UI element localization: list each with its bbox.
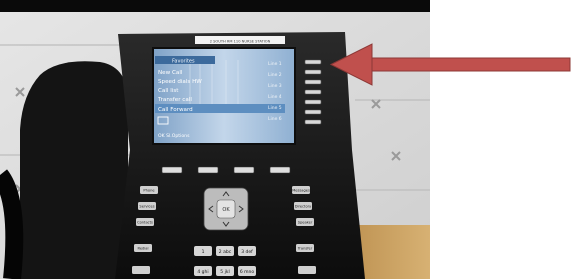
keypad-key-1-label: 1 — [202, 249, 205, 255]
line-key-3[interactable] — [304, 79, 322, 85]
keypad-key-6-label: 6 mno — [240, 269, 255, 275]
screen-line-label-2: Line 2 — [268, 72, 282, 78]
key-transfer-label: Transfer — [297, 247, 313, 251]
soft-key-4[interactable] — [269, 166, 291, 174]
line-key-7[interactable] — [304, 119, 322, 125]
soft-key-3[interactable] — [233, 166, 255, 174]
nav-ok-label: OK — [222, 207, 230, 213]
screen-line-label-3: Line 3 — [268, 83, 282, 89]
photo-top-bar — [0, 0, 430, 12]
key-phone-label: Phone — [143, 189, 155, 193]
key-services-label: Services — [139, 205, 154, 209]
line-key-4[interactable] — [304, 89, 322, 95]
screen-header: Favorites — [172, 59, 195, 65]
line-key-1[interactable] — [304, 59, 322, 65]
screen-menu-item-speed-dials[interactable]: Speed dials HW — [158, 79, 202, 85]
soft-key-1[interactable] — [161, 166, 183, 174]
screen-footer: OK Sl.Options — [158, 133, 190, 139]
screen-menu-item-new-call[interactable]: New Call — [158, 70, 183, 76]
screen-line-label-4: Line 4 — [268, 94, 282, 100]
key-messages-label: Messages — [292, 189, 310, 193]
arrow-shaft — [351, 57, 571, 72]
label-strip-text: 2 SOUTH RM 110 NURSE STATION — [210, 40, 271, 44]
phone-photo: 2 SOUTH RM 110 NURSE STATION Favorites N… — [0, 0, 571, 279]
soft-key-2[interactable] — [197, 166, 219, 174]
screen-line-label-5: Line 5 — [268, 105, 282, 111]
screen-line-label-6: Line 6 — [268, 116, 282, 122]
line-key-5[interactable] — [304, 99, 322, 105]
keypad-key-5-label: 5 jkl — [220, 269, 229, 275]
keypad-key-2-label: 2 abc — [219, 249, 232, 255]
line-key-6[interactable] — [304, 109, 322, 115]
screen-menu-item-transfer[interactable]: Transfer call — [157, 97, 192, 103]
screen-line-label-1: Line 1 — [268, 61, 282, 67]
key-redial-label: Redial — [137, 247, 148, 251]
key-left-lower[interactable] — [132, 266, 150, 274]
screen-menu-item-call-list[interactable]: Call list — [158, 88, 179, 94]
screen-menu-item-forward[interactable]: Call Forward — [158, 107, 193, 113]
key-contacts-label: Contacts — [137, 221, 153, 225]
key-directory-label: Directory — [295, 205, 312, 209]
key-right-lower[interactable] — [298, 266, 316, 274]
keypad-key-4-label: 4 ghi — [197, 269, 208, 275]
handset — [20, 61, 128, 279]
keypad-key-3-label: 3 def — [241, 249, 253, 255]
key-speaker-label: Speaker — [298, 221, 313, 225]
line-key-2[interactable] — [304, 69, 322, 75]
arrow-annotation — [329, 43, 571, 86]
